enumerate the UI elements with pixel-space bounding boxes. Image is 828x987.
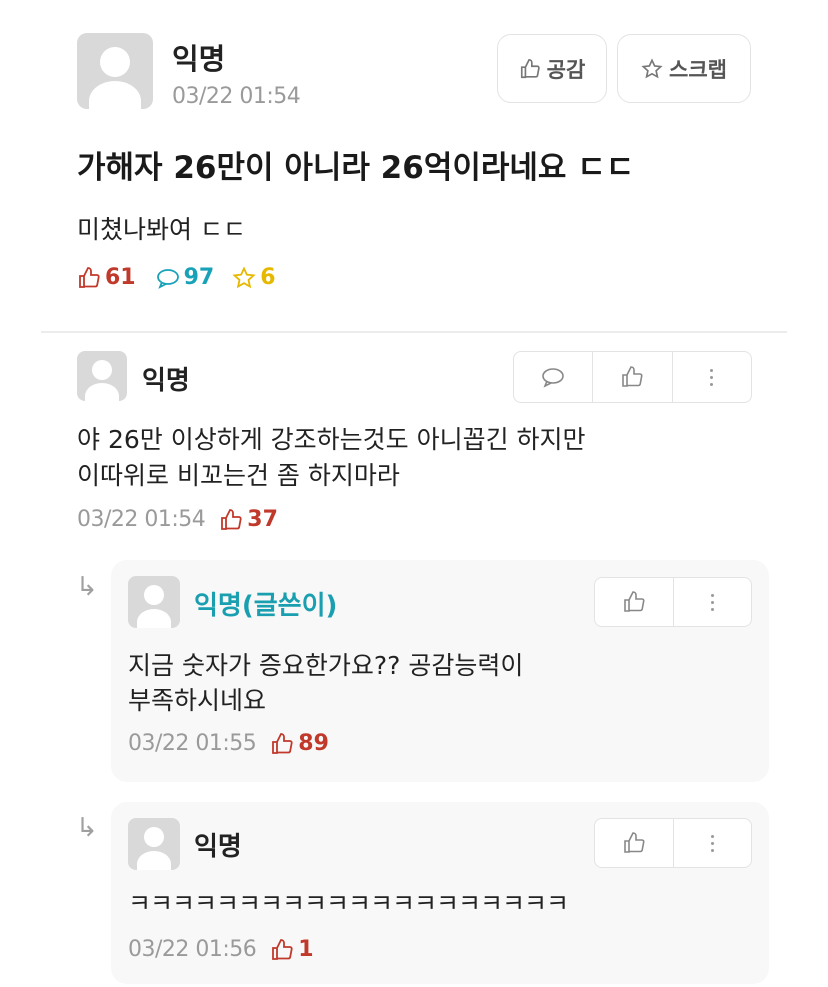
reply-text-line1: ㅋㅋㅋㅋㅋㅋㅋㅋㅋㅋㅋㅋㅋㅋㅋㅋㅋㅋㅋㅋ <box>128 889 569 918</box>
scrap-label: 스크랩 <box>669 57 727 82</box>
post-like-count: 61 <box>77 265 136 290</box>
comment-meta: 03/22 01:54 37 <box>77 507 278 532</box>
thumbs-up-icon <box>623 832 645 853</box>
reply-text-line1: 지금 숫자가 증요한가요?? 공감능력이 <box>128 651 524 680</box>
reply-action-group <box>594 818 752 868</box>
reply-avatar <box>128 576 180 628</box>
reply-arrow-icon: ↳ <box>76 813 98 843</box>
comment-more-button[interactable] <box>671 352 751 402</box>
post-comment-count: 97 <box>156 265 214 290</box>
scrap-button[interactable]: 스크랩 <box>617 34 751 103</box>
reply-like-button[interactable] <box>595 578 673 626</box>
comment-avatar <box>77 351 127 401</box>
reply-button[interactable] <box>514 352 592 402</box>
reply-meta: 03/22 01:55 89 <box>128 731 329 756</box>
reply-like-button[interactable] <box>595 819 673 867</box>
comment-icon <box>156 268 179 289</box>
thumbs-up-icon <box>221 508 242 530</box>
empathy-button[interactable]: 공감 <box>497 34 607 103</box>
reply-more-button[interactable] <box>672 819 752 867</box>
comment-like-button[interactable] <box>592 352 671 402</box>
reply-arrow-icon: ↳ <box>76 572 98 602</box>
comment-like-count: 37 <box>219 507 278 532</box>
reply-more-button[interactable] <box>672 578 752 626</box>
star-icon <box>641 57 663 78</box>
reply-avatar <box>128 818 180 870</box>
thumbs-up-icon <box>623 591 645 612</box>
thumbs-up-icon <box>520 58 540 78</box>
star-icon <box>232 265 256 288</box>
post-stats: 61 97 6 <box>77 265 276 290</box>
more-icon <box>710 368 714 386</box>
reply-time: 03/22 01:56 <box>128 937 257 962</box>
post-time: 03/22 01:54 <box>172 84 301 109</box>
comment-icon <box>542 368 564 388</box>
comment-action-group <box>513 351 752 403</box>
more-icon <box>710 593 714 611</box>
comment-author: 익명 <box>142 366 190 396</box>
reply-like-count: 89 <box>270 731 329 756</box>
comment-time: 03/22 01:54 <box>77 507 206 532</box>
post-avatar <box>77 33 153 109</box>
reply-time: 03/22 01:55 <box>128 731 257 756</box>
divider <box>41 331 787 333</box>
post-body: 미쳤나봐여 ㄷㄷ <box>77 215 246 244</box>
empathy-label: 공감 <box>546 57 586 82</box>
thumbs-up-icon <box>272 732 293 754</box>
more-icon <box>710 834 714 852</box>
reply-author: 익명(글쓴이) <box>194 591 338 621</box>
thumbs-up-icon <box>79 266 100 288</box>
comment-text-line2: 이따위로 비꼬는건 좀 하지마라 <box>77 461 400 490</box>
reply-meta: 03/22 01:56 1 <box>128 937 314 962</box>
post-title: 가해자 26만이 아니라 26억이라네요 ㄷㄷ <box>77 150 635 186</box>
thumbs-up-icon <box>622 366 644 387</box>
post-scrap-count: 6 <box>232 265 276 290</box>
post-author: 익명 <box>172 42 226 76</box>
reply-text-line2: 부족하시네요 <box>128 686 267 715</box>
thumbs-up-icon <box>272 938 293 960</box>
reply-like-count: 1 <box>270 937 314 962</box>
reply-action-group <box>594 577 752 627</box>
comment-text-line1: 야 26만 이상하게 강조하는것도 아니꼽긴 하지만 <box>77 425 586 454</box>
reply-author: 익명 <box>194 832 242 862</box>
